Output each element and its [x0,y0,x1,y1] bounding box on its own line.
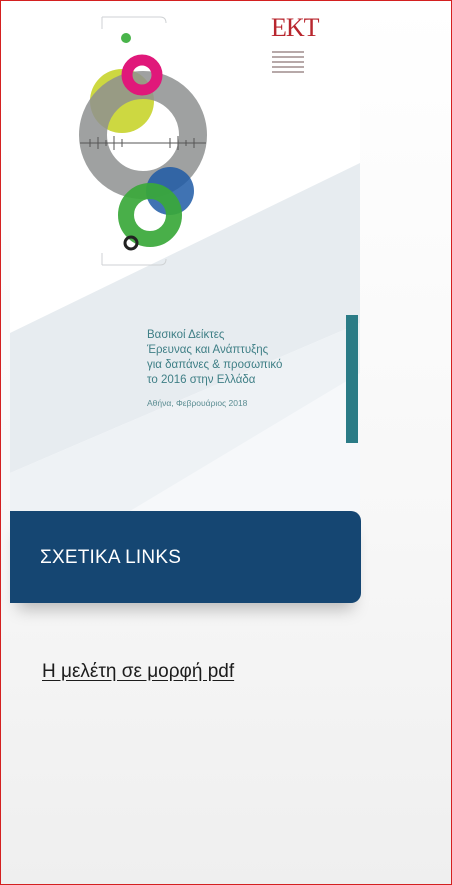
report-cover-image[interactable]: EKT Βασικοί Δείκτες Έρευνας και Ανάπτυξη… [10,3,360,511]
cover-artwork [10,3,360,511]
cover-date: Αθήνα, Φεβρουάριος 2018 [147,398,248,408]
cover-title-line: το 2016 στην Ελλάδα [147,374,256,386]
cover-title-line: Έρευνας και Ανάπτυξης [147,344,269,356]
study-pdf-link[interactable]: Η μελέτη σε μορφή pdf [42,661,234,683]
cover-title-line: για δαπάνες & προσωπικό [147,359,283,371]
cover-text-block: Βασικοί Δείκτες Έρευνας και Ανάπτυξης γι… [147,328,317,411]
cover-title-line: Βασικοί Δείκτες [147,329,225,341]
ekt-logo-subtitle-lines [272,48,304,76]
related-links-header: ΣΧΕΤΙΚΑ LINKS [10,511,361,603]
page-frame: EKT Βασικοί Δείκτες Έρευνας και Ανάπτυξη… [0,0,452,885]
related-links-title: ΣΧΕΤΙΚΑ LINKS [40,547,182,568]
ekt-logo: EKT [271,13,320,42]
